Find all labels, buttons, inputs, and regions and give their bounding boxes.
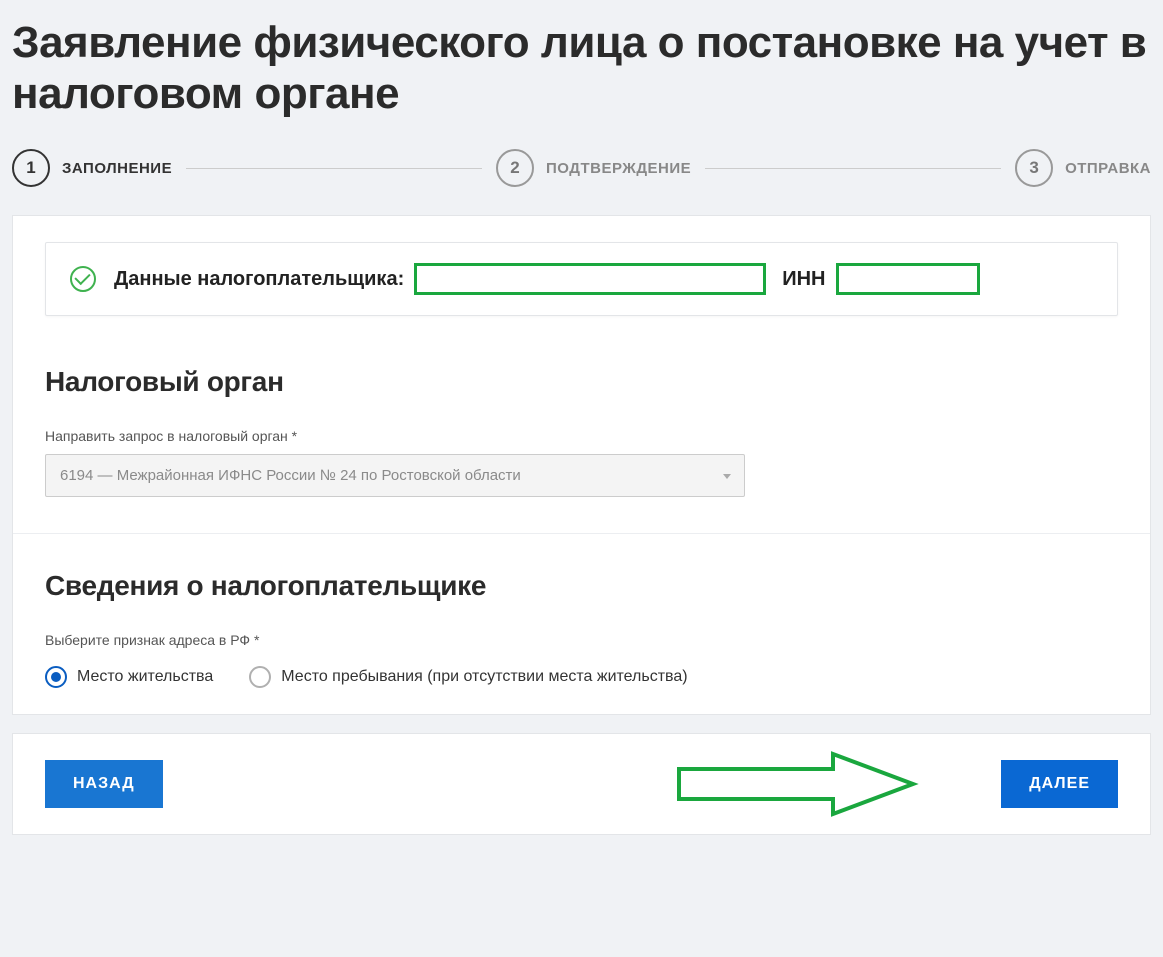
tax-authority-select[interactable]: 6194 — Межрайонная ИФНС России № 24 по Р… bbox=[45, 454, 745, 497]
step-number: 2 bbox=[496, 149, 534, 187]
taxpayer-inn-field bbox=[836, 263, 980, 295]
radio-icon bbox=[45, 666, 67, 688]
taxpayer-data-block: Данные налогоплательщика: ИНН bbox=[45, 242, 1118, 316]
step-label: ЗАПОЛНЕНИЕ bbox=[62, 160, 172, 177]
step-label: ПОДТВЕРЖДЕНИЕ bbox=[546, 160, 691, 177]
step-label: ОТПРАВКА bbox=[1065, 160, 1151, 177]
step-1: 1 ЗАПОЛНЕНИЕ bbox=[12, 149, 172, 187]
tax-authority-field-label: Направить запрос в налоговый орган * bbox=[45, 428, 1118, 444]
footer-actions: НАЗАД ДАЛЕЕ bbox=[12, 733, 1151, 835]
arrow-annotation-icon bbox=[673, 749, 923, 819]
next-button[interactable]: ДАЛЕЕ bbox=[1001, 760, 1118, 808]
check-icon bbox=[70, 266, 96, 292]
address-type-field-label: Выберите признак адреса в РФ * bbox=[45, 632, 1118, 648]
inn-label: ИНН bbox=[782, 268, 825, 291]
radio-icon bbox=[249, 666, 271, 688]
tax-authority-select-value: 6194 — Межрайонная ИФНС России № 24 по Р… bbox=[45, 454, 745, 497]
stepper: 1 ЗАПОЛНЕНИЕ 2 ПОДТВЕРЖДЕНИЕ 3 ОТПРАВКА bbox=[12, 149, 1151, 187]
tax-authority-title: Налоговый орган bbox=[45, 366, 1118, 398]
step-2: 2 ПОДТВЕРЖДЕНИЕ bbox=[496, 149, 691, 187]
form-card: Данные налогоплательщика: ИНН Налоговый … bbox=[12, 215, 1151, 715]
step-3: 3 ОТПРАВКА bbox=[1015, 149, 1151, 187]
radio-label: Место жительства bbox=[77, 668, 213, 686]
divider bbox=[13, 533, 1150, 534]
chevron-down-icon bbox=[723, 474, 731, 479]
stepper-line bbox=[705, 168, 1001, 169]
radio-stay[interactable]: Место пребывания (при отсутствии места ж… bbox=[249, 666, 687, 688]
step-number: 3 bbox=[1015, 149, 1053, 187]
stepper-line bbox=[186, 168, 482, 169]
back-button[interactable]: НАЗАД bbox=[45, 760, 163, 808]
radio-residence[interactable]: Место жительства bbox=[45, 666, 213, 688]
taxpayer-name-field bbox=[414, 263, 766, 295]
page-title: Заявление физического лица о постановке … bbox=[12, 18, 1151, 119]
taxpayer-info-title: Сведения о налогоплательщике bbox=[45, 570, 1118, 602]
radio-label: Место пребывания (при отсутствии места ж… bbox=[281, 668, 687, 686]
taxpayer-label: Данные налогоплательщика: bbox=[114, 268, 404, 291]
address-type-radio-group: Место жительства Место пребывания (при о… bbox=[45, 666, 1118, 688]
step-number: 1 bbox=[12, 149, 50, 187]
